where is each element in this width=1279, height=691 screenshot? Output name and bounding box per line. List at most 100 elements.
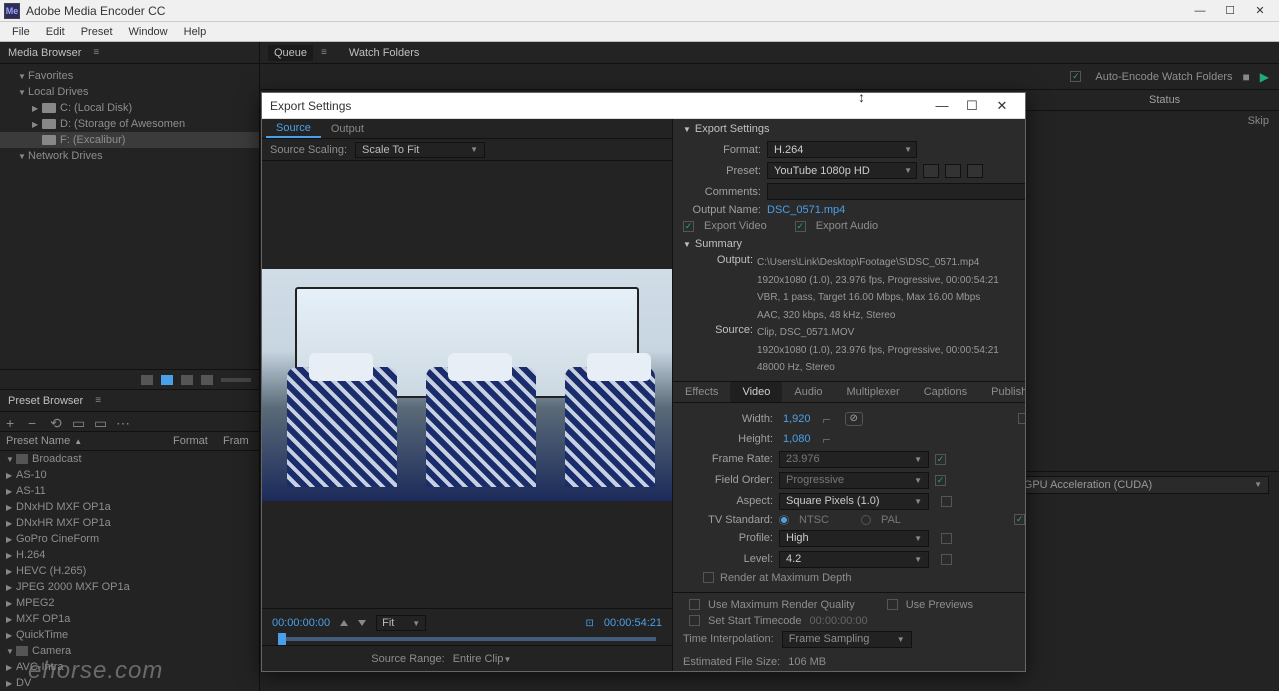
preset-item[interactable]: ▶AS-11 [0,483,259,499]
audio-tab[interactable]: Audio [782,382,834,402]
media-browser-tab[interactable]: Media Browser [8,47,81,59]
level-dropdown[interactable]: 4.2▼ [779,551,929,568]
favorites-node[interactable]: ▼Favorites [0,68,259,84]
match-level-checkbox[interactable] [941,554,952,565]
minimize-button[interactable]: — [1185,1,1215,21]
source-tab[interactable]: Source [266,120,321,138]
save-preset-icon[interactable] [923,164,939,178]
view-thumb-icon[interactable] [161,375,173,385]
match-framerate-checkbox[interactable] [935,454,946,465]
local-drives-node[interactable]: ▼Local Drives [0,84,259,100]
panel-menu-icon[interactable]: ≡ [95,395,101,406]
fieldorder-dropdown[interactable]: Progressive▼ [779,472,929,489]
source-scaling-dropdown[interactable]: Scale To Fit▼ [355,142,485,158]
close-button[interactable]: ✕ [1245,1,1275,21]
comments-input[interactable] [767,183,1025,200]
format-dropdown[interactable]: H.264▼ [767,141,917,158]
pal-radio[interactable] [861,515,871,525]
view-icon-b[interactable] [201,375,213,385]
source-range-dropdown[interactable]: Entire Clip▼ [453,653,563,665]
preset-item[interactable]: ▶AVC-Intra [0,659,259,675]
import-preset-icon[interactable] [945,164,961,178]
view-icon-a[interactable] [181,375,193,385]
preset-item[interactable]: ▶AS-10 [0,467,259,483]
network-drives-node[interactable]: ▼Network Drives [0,148,259,164]
match-aspect-checkbox[interactable] [941,496,952,507]
thumb-size-slider[interactable] [221,378,251,382]
panel-menu-icon[interactable]: ≡ [93,47,99,58]
sync-preset-icon[interactable]: ⟲ [50,416,64,428]
settings-icon[interactable]: ⋯ [116,416,130,428]
view-list-icon[interactable] [141,375,153,385]
zoom-fit-dropdown[interactable]: Fit▼ [376,615,426,631]
stop-button[interactable]: ■ [1243,70,1250,84]
auto-encode-checkbox[interactable] [1070,71,1081,82]
preset-item[interactable]: ▶GoPro CineForm [0,531,259,547]
menu-edit[interactable]: Edit [38,24,73,40]
aspect-dropdown[interactable]: Square Pixels (1.0)▼ [779,493,929,510]
preset-item[interactable]: ▶JPEG 2000 MXF OP1a [0,579,259,595]
publish-tab[interactable]: Publish [979,382,1025,402]
match-profile-checkbox[interactable] [941,533,952,544]
render-max-depth-checkbox[interactable] [703,572,714,583]
match-source-checkbox[interactable] [1018,413,1025,424]
crop-icon[interactable]: ⊡ [585,618,593,629]
multiplexer-tab[interactable]: Multiplexer [835,382,912,402]
timecode-in[interactable]: 00:00:00:00 [272,617,330,629]
dlg-close-button[interactable]: ✕ [987,98,1017,114]
preset-item[interactable]: ▶MPEG2 [0,595,259,611]
menu-file[interactable]: File [4,24,38,40]
preset-item[interactable]: ▶DNxHD MXF OP1a [0,499,259,515]
in-point-icon[interactable] [340,620,348,626]
remove-preset-icon[interactable]: − [28,416,42,428]
ntsc-radio[interactable] [779,515,789,525]
use-max-render-checkbox[interactable] [689,599,700,610]
framerate-dropdown[interactable]: 23.976▼ [779,451,929,468]
captions-tab[interactable]: Captions [912,382,979,402]
export-video-checkbox[interactable] [683,221,694,232]
col-preset-name[interactable]: Preset Name [6,435,70,447]
preset-item[interactable]: ▶QuickTime [0,627,259,643]
time-interp-dropdown[interactable]: Frame Sampling▼ [782,631,912,648]
use-previews-checkbox[interactable] [887,599,898,610]
queue-tab[interactable]: Queue [268,45,313,61]
preset-group[interactable]: ▼Broadcast [0,451,259,467]
match-tvstd-checkbox[interactable] [1014,514,1025,525]
width-value[interactable]: 1,920 [779,413,815,425]
close-icon[interactable]: ≡ [321,47,327,58]
dlg-minimize-button[interactable]: — [927,98,957,113]
start-queue-button[interactable]: ▶ [1260,70,1269,84]
maximize-button[interactable]: ☐ [1215,1,1245,21]
drive-d[interactable]: ▶D: (Storage of Awesomen [0,116,259,132]
preset-item[interactable]: ▶HEVC (H.265) [0,563,259,579]
output-name-link[interactable]: DSC_0571.mp4 [767,204,845,216]
preset-item[interactable]: ▶H.264 [0,547,259,563]
drive-c[interactable]: ▶C: (Local Disk) [0,100,259,116]
menu-window[interactable]: Window [121,24,176,40]
col-frame[interactable]: Fram [223,435,253,447]
new-folder-icon[interactable]: ▭ [72,416,86,428]
menu-preset[interactable]: Preset [73,24,121,40]
preset-item[interactable]: ▶MXF OP1a [0,611,259,627]
preset-dropdown[interactable]: YouTube 1080p HD▼ [767,162,917,179]
timeline-slider[interactable] [278,637,656,641]
delete-preset-icon[interactable] [967,164,983,178]
drive-f[interactable]: ▶F: (Excalibur) [0,132,259,148]
effects-tab[interactable]: Effects [673,382,730,402]
profile-dropdown[interactable]: High▼ [779,530,929,547]
preset-browser-tab[interactable]: Preset Browser [8,395,83,407]
col-format[interactable]: Format [173,435,223,447]
link-dimensions-icon[interactable]: ⊘ [845,412,863,426]
folder-icon[interactable]: ▭ [94,416,108,428]
video-tab[interactable]: Video [730,382,782,402]
preset-item[interactable]: ▶DV [0,675,259,691]
menu-help[interactable]: Help [176,24,215,40]
dlg-maximize-button[interactable]: ☐ [957,98,987,114]
out-point-icon[interactable] [358,620,366,626]
preset-group[interactable]: ▼Camera [0,643,259,659]
match-fieldorder-checkbox[interactable] [935,475,946,486]
set-start-tc-checkbox[interactable] [689,615,700,626]
height-value[interactable]: 1,080 [779,433,815,445]
preset-item[interactable]: ▶DNxHR MXF OP1a [0,515,259,531]
output-tab[interactable]: Output [321,121,374,137]
